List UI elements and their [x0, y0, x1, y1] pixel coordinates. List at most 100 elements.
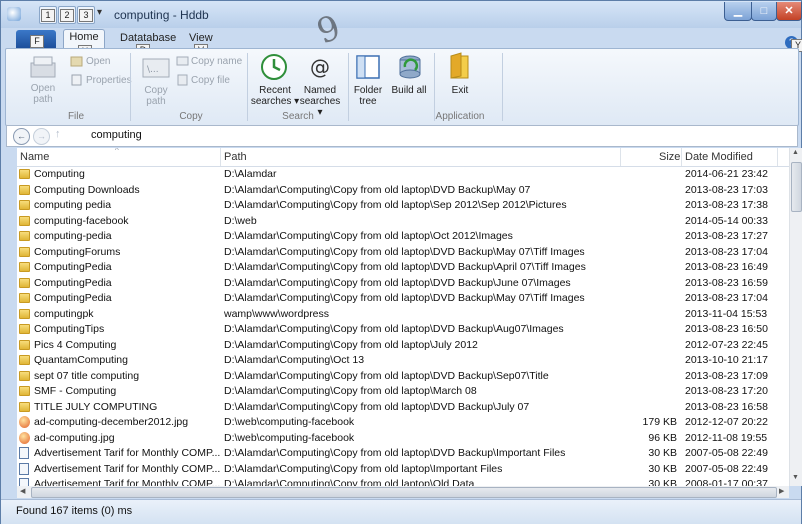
row-name: SMF - Computing [34, 385, 117, 397]
folder-icon [19, 246, 30, 257]
table-row[interactable]: computing pedia D:\Alamdar\Computing\Copy… [17, 198, 789, 214]
maximize-button[interactable]: □ [751, 2, 777, 21]
column-divider[interactable] [681, 148, 682, 166]
column-header-name[interactable]: Name [20, 151, 49, 163]
column-divider[interactable] [777, 148, 778, 166]
horizontal-scroll-thumb[interactable] [31, 487, 777, 498]
row-date: 2012-07-23 22:45 [685, 338, 768, 351]
minimize-button[interactable]: ▁ [724, 2, 752, 21]
back-arrow-icon: ← [17, 131, 26, 141]
row-path: D:\Alamdar\Computing\Copy from old lapto… [224, 385, 477, 397]
row-name: Advertisement Tarif for Monthly COMP... [34, 447, 221, 459]
row-date: 2012-11-08 19:55 [685, 431, 768, 444]
table-row[interactable]: ComputingPedia D:\Alamdar\Computing\Copy … [17, 276, 789, 292]
folder-icon [19, 370, 30, 381]
row-date: 2013-11-04 15:53 [685, 307, 768, 320]
vertical-scroll-thumb[interactable] [791, 162, 802, 212]
maximize-icon: □ [760, 5, 768, 17]
properties-label: Properties [86, 75, 132, 86]
row-name: Advertisement Tarif for Monthly COMP... [34, 462, 221, 475]
row-path: D:\Alamdar\Computing\Copy from old lapto… [224, 261, 586, 273]
exit-icon [450, 52, 469, 79]
copy-path-label: Copy path [144, 85, 168, 107]
app-icon[interactable] [7, 7, 21, 21]
row-path: D:\Alamdar\Computing\Copy from old lapto… [224, 462, 503, 475]
scroll-right-icon[interactable]: ▶ [779, 487, 784, 495]
table-row[interactable]: QuantamComputing D:\Alamdar\Computing\Oct… [17, 353, 789, 369]
forward-button[interactable]: → [33, 128, 50, 145]
scroll-up-icon[interactable]: ▲ [792, 149, 799, 156]
row-date: 2014-06-21 23:42 [685, 168, 768, 180]
results-list: Name ^ Path Size Date Modified Computing… [17, 148, 789, 486]
table-row[interactable]: ad-computing.jpg D:\web\computing-faceboo… [17, 431, 789, 447]
table-row[interactable]: ad-computing-december2012.jpg D:\web\comp… [17, 415, 789, 431]
quick-access-button-3[interactable]: 3 [77, 6, 95, 24]
tab-database-label: Datatabase [120, 32, 177, 44]
ribbon-tabs: F Home H Datatabase D View V [1, 28, 801, 58]
qat-dropdown-icon[interactable]: ▾ [97, 7, 102, 18]
table-row[interactable]: Advertisement Tarif for Monthly COMP... D… [17, 462, 789, 478]
table-row[interactable]: ComputingTips D:\Alamdar\Computing\Copy f… [17, 322, 789, 338]
table-row[interactable]: TITLE JULY COMPUTING D:\Alamdar\Computing… [17, 400, 789, 416]
keytip-qat1: 1 [41, 9, 55, 22]
table-row[interactable]: ComputingPedia D:\Alamdar\Computing\Copy … [17, 291, 789, 307]
address-bar: ← → ↑ computing [6, 125, 798, 147]
table-row[interactable]: computing-pedia D:\Alamdar\Computing\Copy… [17, 229, 789, 245]
group-application-label: Application [435, 111, 485, 122]
row-date: 2013-08-23 17:20 [685, 385, 768, 397]
folder-tree-icon [356, 55, 380, 79]
tab-home-label: Home [69, 31, 99, 43]
vertical-scrollbar[interactable]: ▲ ▼ [789, 148, 802, 486]
column-header-size[interactable]: Size [659, 151, 680, 163]
table-row[interactable]: Pics 4 Computing D:\Alamdar\Computing\Cop… [17, 338, 789, 354]
close-button[interactable]: ✕ [776, 2, 802, 21]
column-header-path[interactable]: Path [224, 151, 247, 163]
row-size: 179 KB [642, 416, 677, 428]
back-button[interactable]: ← [13, 128, 30, 145]
quick-access-button-2[interactable]: 2 [58, 6, 76, 24]
tab-file[interactable]: F [16, 30, 56, 48]
row-name: QuantamComputing [34, 354, 128, 366]
properties-icon [71, 74, 82, 86]
row-size: 30 KB [648, 478, 677, 486]
tab-view[interactable]: View V [189, 32, 213, 57]
row-size: 30 KB [648, 462, 677, 475]
folder-icon [19, 277, 30, 288]
row-path: D:\Alamdar\Computing\Copy from old lapto… [224, 276, 571, 289]
row-path: D:\Alamdar\Computing\Copy from old lapto… [224, 245, 585, 258]
table-row[interactable]: Computing Downloads D:\Alamdar\Computing\… [17, 183, 789, 199]
scroll-down-icon[interactable]: ▼ [792, 474, 799, 481]
table-row[interactable]: computing-facebook D:\web 2014-05-14 00:33 [17, 214, 789, 230]
scroll-left-icon[interactable]: ◀ [20, 487, 25, 495]
table-row[interactable]: ComputingForums D:\Alamdar\Computing\Copy… [17, 245, 789, 261]
row-path: D:\Alamdar\Computing\Copy from old lapto… [224, 183, 531, 196]
folder-icon [19, 339, 30, 350]
table-row[interactable]: sept 07 title computing D:\Alamdar\Comput… [17, 369, 789, 385]
document-icon [19, 447, 29, 459]
horizontal-scrollbar[interactable]: ◀ ▶ [17, 486, 789, 498]
column-header-date[interactable]: Date Modified [685, 151, 753, 163]
quick-access-button-1[interactable]: 1 [39, 6, 57, 24]
folder-icon [19, 386, 30, 396]
row-path: D:\Alamdar\Computing\Copy from old lapto… [224, 199, 567, 211]
row-name: ComputingPedia [34, 276, 112, 289]
table-row[interactable]: Advertisement Tarif for Monthly COMP... D… [17, 446, 789, 462]
tab-database[interactable]: Datatabase D [120, 32, 177, 57]
folder-icon [19, 308, 30, 319]
table-row[interactable]: ComputingPedia D:\Alamdar\Computing\Copy … [17, 260, 789, 276]
recent-searches-label: Recent searches ▾ [250, 85, 300, 107]
column-divider[interactable] [220, 148, 221, 166]
up-arrow-icon[interactable]: ↑ [55, 128, 61, 140]
keytip-qat2: 2 [60, 9, 74, 22]
row-path: D:\Alamdar\Computing\Copy from old lapto… [224, 292, 585, 304]
row-date: 2014-05-14 00:33 [685, 214, 768, 227]
tab-home[interactable]: Home H [63, 29, 105, 58]
table-row[interactable]: SMF - Computing D:\Alamdar\Computing\Copy… [17, 384, 789, 400]
column-divider[interactable] [620, 148, 621, 166]
table-row[interactable]: Advertisement Tarif for Monthly COMP... D… [17, 477, 789, 486]
address-input[interactable]: computing [91, 129, 142, 141]
row-date: 2013-08-23 17:03 [685, 183, 768, 196]
table-row[interactable]: Computing D:\Alamdar 2014-06-21 23:42 [17, 167, 789, 183]
table-row[interactable]: computingpk wamp\www\wordpress 2013-11-04 … [17, 307, 789, 323]
row-path: D:\Alamdar\Computing\Copy from old lapto… [224, 369, 549, 382]
